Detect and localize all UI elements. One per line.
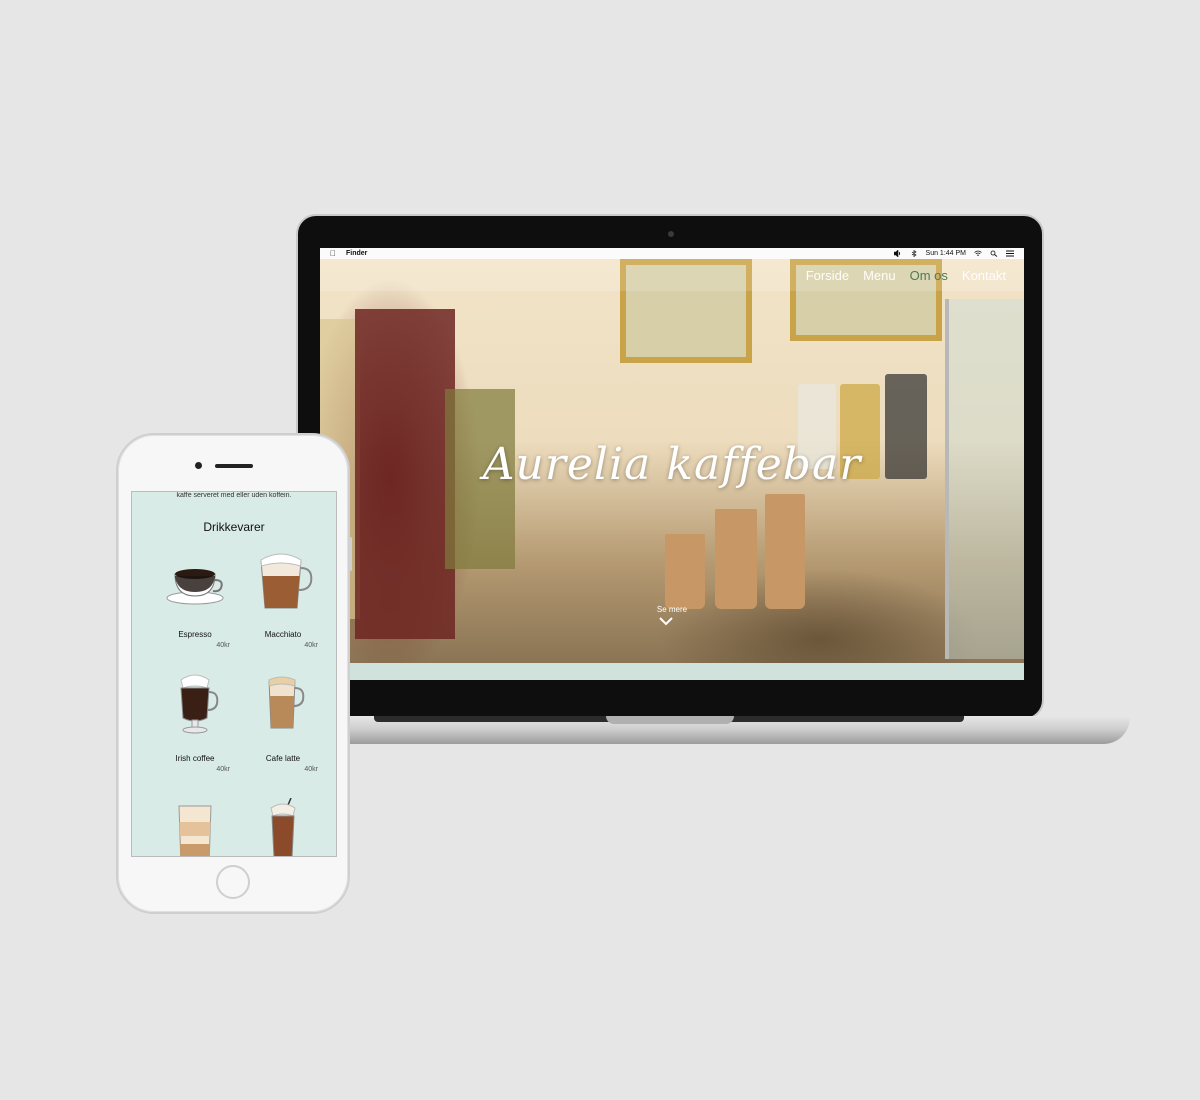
hero-bg-cups [665, 534, 705, 609]
drinks-section-title: Drikkevarer [203, 520, 265, 534]
apple-icon[interactable]:  [330, 249, 336, 258]
laptop-notch [606, 716, 734, 724]
drink-name: Irish coffee [175, 754, 215, 763]
layered-latte-glass-icon [178, 805, 212, 856]
bluetooth-icon[interactable] [910, 250, 918, 257]
drink-price: 40kr [304, 642, 318, 649]
hero-bg-cups [765, 494, 805, 609]
see-more-link[interactable]: Se mere [320, 605, 1024, 614]
nav-item-menu[interactable]: Menu [863, 268, 896, 283]
phone-side-button [349, 537, 352, 571]
drink-item-partial[interactable] [150, 802, 240, 856]
menubar-app-name[interactable]: Finder [346, 250, 367, 257]
laptop-mockup:  Finder Sun 1:44 PM [296, 214, 1130, 748]
drink-item-espresso[interactable]: Espresso 40kr [150, 552, 240, 662]
menu-intro-text: kaffe serveret med eller uden koffein. [176, 492, 292, 499]
laptop-lid:  Finder Sun 1:44 PM [296, 214, 1044, 720]
drink-item-cafe-latte[interactable]: Cafe latte 40kr [238, 676, 328, 786]
cafe-latte-glass-icon [268, 676, 305, 729]
drink-item-irish-coffee[interactable]: Irish coffee 40kr [150, 674, 240, 786]
hero-bg-cups [715, 509, 757, 609]
phone-mockup: kaffe serveret med eller uden koffein. D… [116, 433, 352, 914]
espresso-cup-icon [166, 569, 224, 605]
phone-screen: kaffe serveret med eller uden koffein. D… [131, 491, 337, 857]
wifi-icon[interactable] [974, 250, 982, 257]
list-icon[interactable] [1006, 250, 1014, 257]
next-section-strip [320, 663, 1024, 680]
macchiato-glass-icon [260, 553, 313, 609]
chevron-down-icon[interactable] [658, 616, 674, 626]
menubar-clock[interactable]: Sun 1:44 PM [926, 250, 966, 257]
laptop-base [296, 716, 1130, 744]
drink-item-partial[interactable] [238, 798, 328, 856]
nav-item-forside[interactable]: Forside [806, 268, 849, 283]
volume-icon[interactable] [893, 250, 902, 257]
main-nav: Forside Menu Om os Kontakt [806, 268, 1006, 283]
hero-section: Forside Menu Om os Kontakt Aurelia kaffe… [320, 259, 1024, 663]
drink-price: 40kr [216, 766, 230, 773]
drink-item-macchiato[interactable]: Macchiato 40kr [238, 552, 328, 662]
hero-title: Aurelia kaffebar [482, 439, 862, 490]
iced-coffee-glass-icon [270, 798, 296, 856]
drink-name: Espresso [178, 630, 212, 639]
search-icon[interactable] [990, 250, 998, 257]
drink-name: Macchiato [264, 630, 302, 639]
drink-name: Cafe latte [265, 754, 301, 763]
phone-speaker [215, 464, 253, 468]
drink-price: 40kr [216, 642, 230, 649]
mac-menubar:  Finder Sun 1:44 PM [320, 248, 1024, 259]
irish-coffee-glass-icon [180, 674, 219, 734]
nav-item-om-os[interactable]: Om os [910, 268, 948, 283]
drink-price: 40kr [304, 766, 318, 773]
phone-camera [195, 462, 202, 469]
laptop-screen:  Finder Sun 1:44 PM [320, 248, 1024, 680]
phone-home-button[interactable] [216, 865, 250, 899]
webcam [668, 231, 674, 237]
nav-item-kontakt[interactable]: Kontakt [962, 268, 1006, 283]
